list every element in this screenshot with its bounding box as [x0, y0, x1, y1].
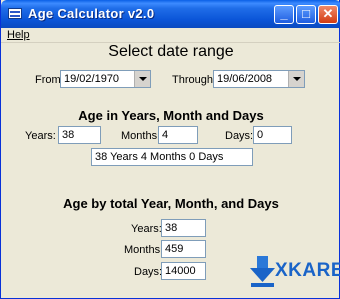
window-title: Age Calculator v2.0: [28, 6, 155, 21]
logo-text: XKARE: [275, 260, 340, 281]
from-date-value: 19/02/1970: [64, 73, 120, 85]
total-months-label: Months:: [124, 244, 164, 256]
age-heading: Age in Years, Month and Days: [78, 108, 264, 123]
total-days-field[interactable]: 14000: [161, 262, 206, 280]
total-years-label: Years:: [131, 223, 162, 235]
maximize-icon: □: [302, 6, 310, 21]
close-button[interactable]: ✕: [318, 5, 338, 24]
close-icon: ✕: [322, 6, 334, 21]
age-years-label: Years:: [25, 130, 56, 142]
minimize-icon: _: [280, 6, 288, 21]
menu-help[interactable]: Help: [7, 29, 30, 41]
age-years-field[interactable]: 38: [58, 126, 101, 144]
app-window: Age Calculator v2.0 _ □ ✕ Help Select da…: [0, 0, 340, 299]
age-days-field[interactable]: 0: [253, 126, 292, 144]
range-heading: Select date range: [108, 43, 234, 60]
xkare-logo: XKARE: [249, 252, 340, 290]
through-date-value: 19/06/2008: [217, 73, 273, 85]
download-arrow-icon: [250, 256, 275, 287]
age-summary-field[interactable]: 38 Years 4 Months 0 Days: [91, 148, 253, 166]
minimize-button[interactable]: _: [274, 5, 294, 24]
total-days-label: Days:: [134, 266, 163, 278]
menu-bar: Help: [1, 28, 340, 43]
total-years-field[interactable]: 38: [161, 219, 206, 237]
from-date-combo[interactable]: 19/02/1970: [60, 70, 151, 88]
age-days-label: Days:: [225, 130, 254, 142]
through-date-combo[interactable]: 19/06/2008: [213, 70, 305, 88]
app-icon: [8, 8, 22, 19]
maximize-button[interactable]: □: [296, 5, 316, 24]
total-months-field[interactable]: 459: [161, 240, 206, 258]
total-heading: Age by total Year, Month, and Days: [63, 196, 279, 211]
age-months-label: Months:: [121, 130, 161, 142]
through-label: Through:: [172, 74, 217, 86]
dropdown-arrow-icon[interactable]: [288, 71, 304, 87]
dropdown-arrow-icon[interactable]: [134, 71, 150, 87]
title-bar[interactable]: Age Calculator v2.0 _ □ ✕: [1, 0, 340, 28]
age-months-field[interactable]: 4: [158, 126, 198, 144]
